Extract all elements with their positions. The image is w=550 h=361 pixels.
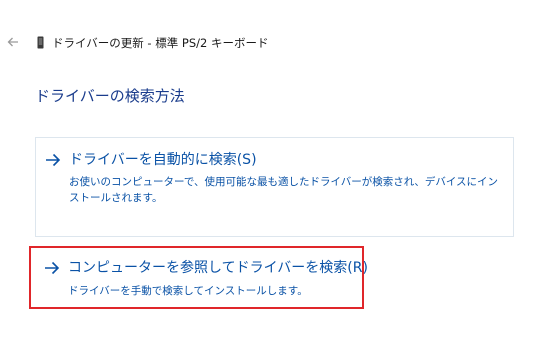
back-button[interactable] [5,34,21,50]
keyboard-device-icon [37,36,44,49]
auto-search-title: ドライバーを自動的に検索(S) [45,151,257,169]
page-heading: ドライバーの検索方法 [35,87,185,105]
browse-computer-label: コンピューターを参照してドライバーを検索(R) [68,260,368,276]
arrow-right-icon [45,261,60,275]
browse-computer-description: ドライバーを手動で検索してインストールします。 [68,285,308,297]
arrow-right-icon [46,153,61,167]
auto-search-option[interactable]: ドライバーを自動的に検索(S) お使いのコンピューターで、使用可能な最も適したド… [35,137,514,237]
browse-computer-option[interactable]: コンピューターを参照してドライバーを検索(R) ドライバーを手動で検索してインス… [29,246,368,309]
window-title: ドライバーの更新 - 標準 PS/2 キーボード [52,36,269,50]
auto-search-description: お使いのコンピューターで、使用可能な最も適したドライバーが検索され、デバイスにイ… [69,176,499,204]
browse-computer-title: コンピューターを参照してドライバーを検索(R) [44,259,368,277]
auto-search-label: ドライバーを自動的に検索(S) [69,152,257,168]
back-arrow-icon [7,37,18,47]
title-bar: ドライバーの更新 - 標準 PS/2 キーボード [0,0,550,50]
